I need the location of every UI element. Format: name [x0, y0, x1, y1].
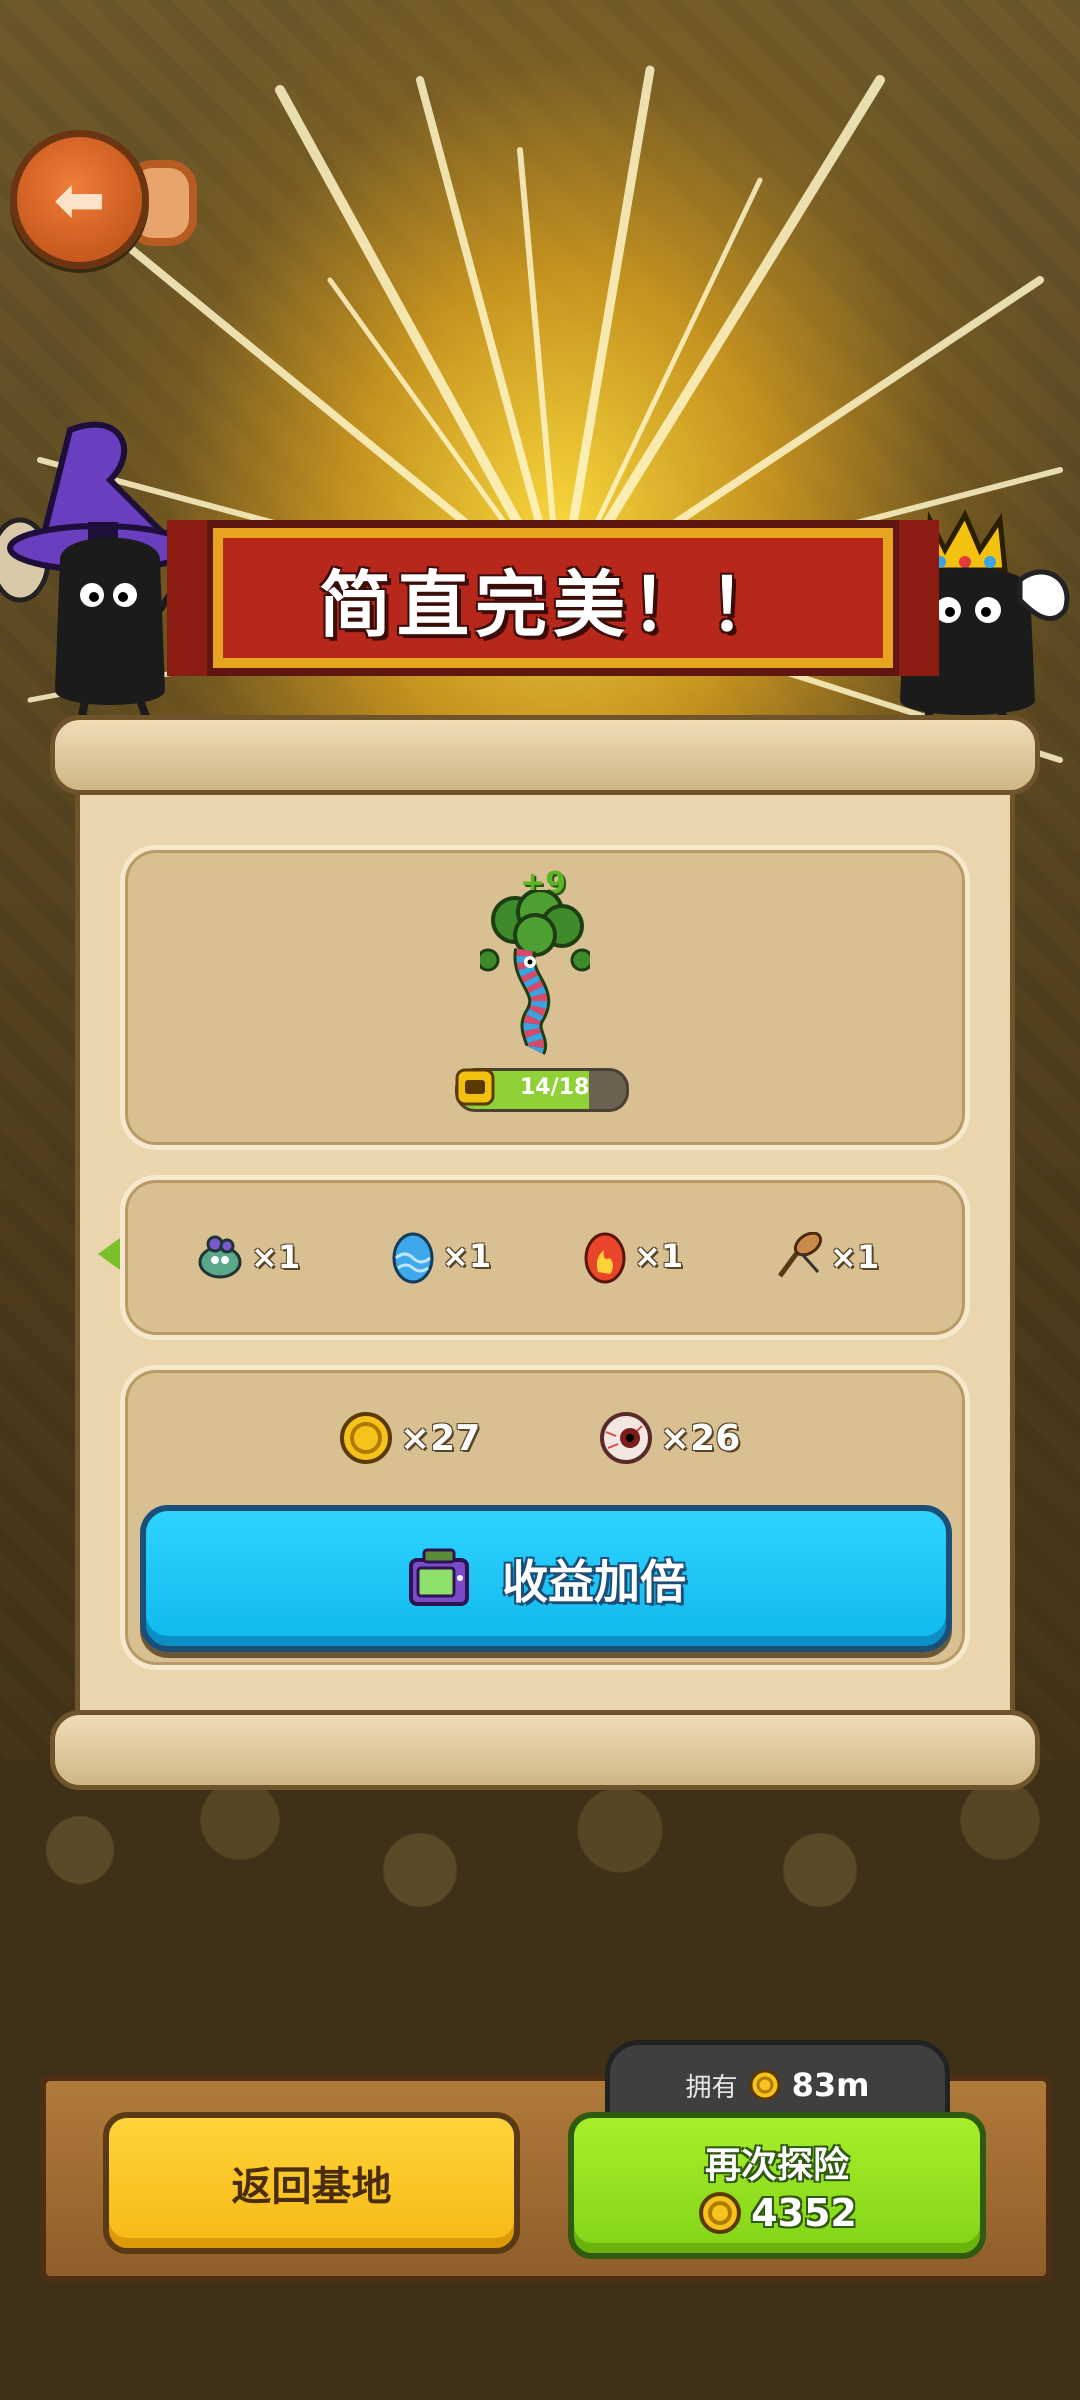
- owned-value: 83m: [791, 2066, 870, 2104]
- reward-qty: ×1: [442, 1237, 492, 1275]
- result-banner: 简直完美！！: [167, 520, 939, 676]
- reward-qty: ×1: [634, 1237, 684, 1275]
- gold-coin-icon: [749, 2069, 781, 2101]
- reward-qty: ×1: [251, 1238, 301, 1276]
- broccoli-plant-icon: [480, 890, 590, 1055]
- currency-qty: ×27: [400, 1417, 481, 1459]
- double-rewards-button[interactable]: 收益加倍: [140, 1505, 952, 1652]
- back-arrow-icon: ⬅: [53, 162, 106, 236]
- scroll-top-roll: [50, 715, 1040, 795]
- currency-eyeball: ×26: [598, 1410, 740, 1466]
- gold-coin-icon: [340, 1412, 392, 1464]
- reward-item-red-egg: ×1: [582, 1228, 683, 1284]
- reward-item-monster: ×1: [195, 1232, 300, 1282]
- currency-gold: ×27: [338, 1410, 480, 1466]
- blue-egg-icon: [392, 1232, 434, 1284]
- return-base-button[interactable]: 返回基地: [103, 2112, 520, 2254]
- eyeball-icon: [600, 1412, 652, 1464]
- owned-label: 拥有: [685, 2072, 738, 2103]
- monster-icon: [198, 1235, 242, 1279]
- explore-again-label: 再次探险: [704, 2144, 849, 2186]
- reward-qty: ×1: [830, 1238, 880, 1276]
- scroll-bottom-roll: [50, 1710, 1040, 1790]
- explore-again-cost: 4352: [697, 2190, 857, 2236]
- banner-title: 简直完美！！: [318, 562, 787, 647]
- club-weapon-icon: [777, 1232, 823, 1278]
- tv-ad-icon: [409, 1548, 469, 1606]
- currency-qty: ×26: [660, 1417, 741, 1459]
- red-egg-icon: [584, 1232, 626, 1284]
- return-base-label: 返回基地: [231, 2164, 392, 2210]
- double-rewards-label: 收益加倍: [502, 1554, 686, 1609]
- gold-coin-icon: [699, 2191, 742, 2234]
- reward-item-club: ×1: [772, 1232, 879, 1282]
- reward-item-blue-egg: ×1: [390, 1228, 491, 1284]
- explore-again-button[interactable]: 再次探险 4352: [568, 2112, 986, 2259]
- level-badge-icon: [455, 1068, 495, 1106]
- back-button[interactable]: ⬅: [10, 130, 149, 269]
- explore-again-cost-value: 4352: [751, 2190, 857, 2235]
- scroll-left-arrow-icon[interactable]: [98, 1238, 120, 1270]
- level-progress-text: 14/18: [520, 1075, 590, 1100]
